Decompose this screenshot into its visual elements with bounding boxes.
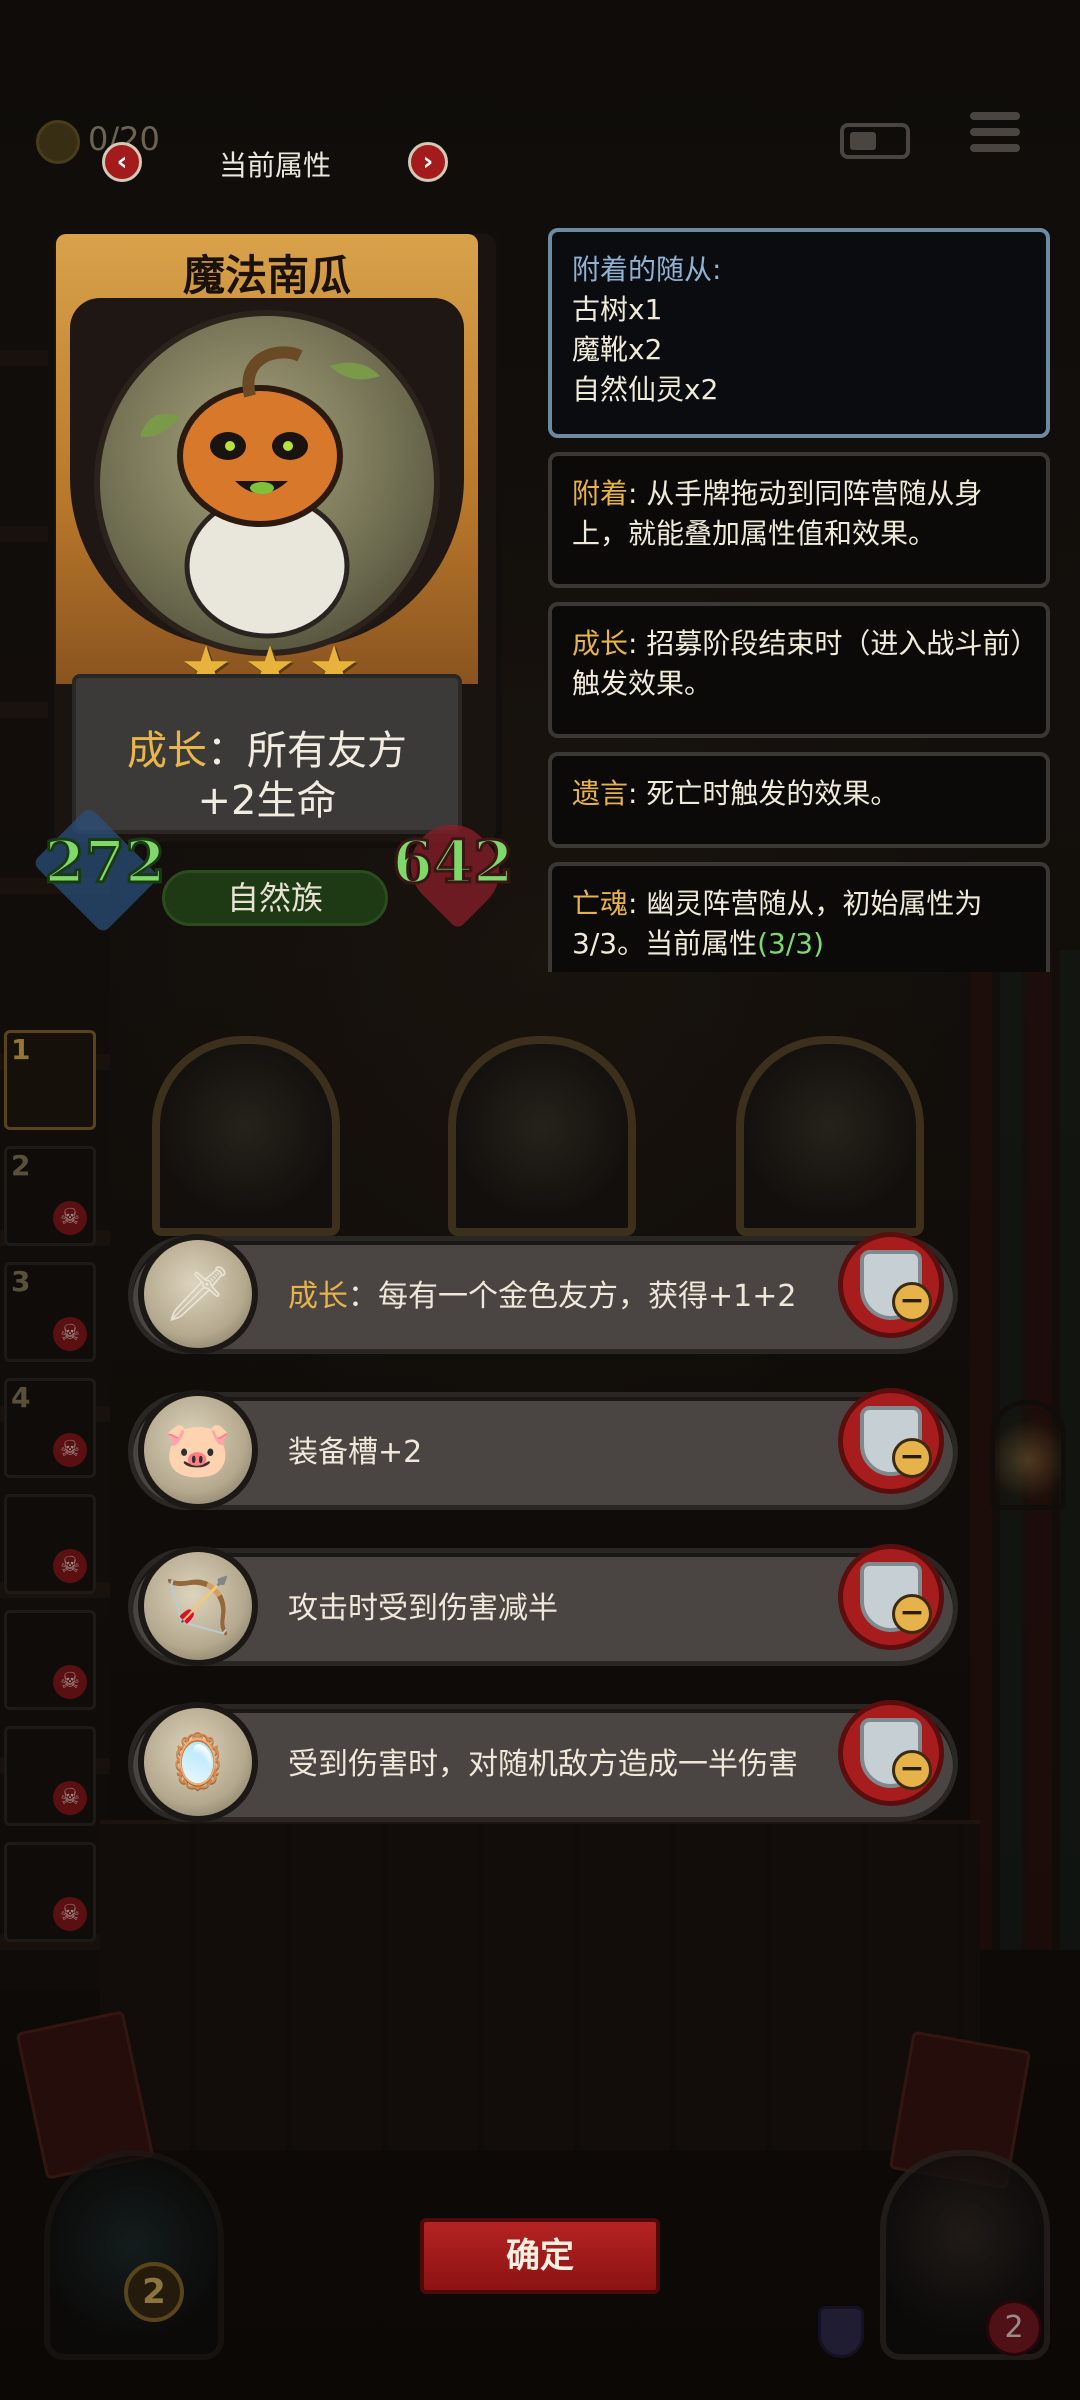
shield-icon: − bbox=[860, 1562, 932, 1634]
keyword-legacy-panel: 遗言: 死亡时触发的效果。 bbox=[548, 752, 1050, 848]
keyword-soul-panel: 亡魂: 幽灵阵营随从，初始属性为3/3。当前属性(3/3) bbox=[548, 862, 1050, 972]
shield-icon: − bbox=[860, 1406, 932, 1478]
keyword-attach-panel: 附着: 从手牌拖动到同阵营随从身上，就能叠加属性值和效果。 bbox=[548, 452, 1050, 588]
effect-row: 🗡 成长：每有一个金色友方，获得+1+2 − bbox=[128, 1222, 958, 1362]
mirror-icon: 🪞 bbox=[138, 1702, 258, 1822]
keyword-description: : 死亡时触发的效果。 bbox=[628, 777, 899, 810]
keyword-label: 附着 bbox=[572, 477, 629, 510]
effect-description: 装备槽+2 bbox=[288, 1398, 808, 1508]
card-name: 魔法南瓜 bbox=[182, 251, 351, 300]
attached-minions-title: 附着的随从: bbox=[572, 253, 722, 286]
dagger-icon: 🗡 bbox=[138, 1234, 258, 1354]
current-stats: (3/3) bbox=[757, 927, 824, 960]
next-view-button[interactable]: › bbox=[408, 142, 448, 182]
effect-description: 受到伤害时，对随机敌方造成一半伤害 bbox=[288, 1710, 808, 1820]
minus-icon: − bbox=[892, 1282, 932, 1322]
effect-text: ：每有一个金色友方，获得+1+2 bbox=[348, 1279, 797, 1314]
remove-effect-button[interactable]: − bbox=[838, 1388, 944, 1494]
minus-icon: − bbox=[892, 1438, 932, 1478]
attached-minions-panel: 附着的随从: 古树x1 魔靴x2 自然仙灵x2 bbox=[548, 228, 1050, 438]
view-title: 当前属性 bbox=[218, 149, 331, 182]
effect-keyword: 成长 bbox=[288, 1279, 348, 1314]
keyword-description: : 从手牌拖动到同阵营随从身上，就能叠加属性值和效果。 bbox=[572, 477, 983, 550]
effect-row: 🏹 攻击时受到伤害减半 − bbox=[128, 1534, 958, 1674]
battery-icon bbox=[840, 123, 910, 159]
effect-text: 攻击时受到伤害减半 bbox=[288, 1591, 558, 1626]
remove-effect-button[interactable]: − bbox=[838, 1232, 944, 1338]
attached-minion-item: 魔靴x2 bbox=[572, 333, 663, 366]
attached-minion-item: 自然仙灵x2 bbox=[572, 373, 719, 406]
effect-row: 🐷 装备槽+2 − bbox=[128, 1378, 958, 1518]
minion-card: 魔法南瓜 ★ ★ ★ 成长：所有友方 +2生命 272 642 自然族 bbox=[32, 228, 516, 934]
tribe-label: 自然族 bbox=[162, 870, 388, 926]
health-value: 642 bbox=[391, 827, 515, 898]
effect-text: 装备槽+2 bbox=[288, 1435, 423, 1470]
minus-icon: − bbox=[892, 1750, 932, 1790]
confirm-button[interactable]: 确定 bbox=[420, 2218, 660, 2294]
shield-icon: − bbox=[860, 1250, 932, 1322]
card-description-line2: +2生命 bbox=[197, 778, 337, 824]
minus-icon: − bbox=[892, 1594, 932, 1634]
attached-minion-item: 古树x1 bbox=[572, 293, 663, 326]
pig-icon: 🐷 bbox=[138, 1390, 258, 1510]
keyword-label: 遗言 bbox=[572, 777, 629, 810]
effect-text: 受到伤害时，对随机敌方造成一半伤害 bbox=[288, 1747, 798, 1782]
keyword-description: : 招募阶段结束时（进入战斗前）触发效果。 bbox=[572, 627, 1025, 700]
pumpkin-ghost-art bbox=[94, 310, 440, 656]
remove-effect-button[interactable]: − bbox=[838, 1544, 944, 1650]
keyword-label: 亡魂 bbox=[572, 887, 629, 920]
effect-row: 🪞 受到伤害时，对随机敌方造成一半伤害 − bbox=[128, 1690, 958, 1830]
effect-description: 成长：每有一个金色友方，获得+1+2 bbox=[288, 1242, 808, 1352]
keyword-grow-panel: 成长: 招募阶段结束时（进入战斗前）触发效果。 bbox=[548, 602, 1050, 738]
keyword-label: 成长 bbox=[572, 627, 629, 660]
menu-icon[interactable] bbox=[970, 112, 1020, 158]
shield-icon: − bbox=[860, 1718, 932, 1790]
crossbow-icon: 🏹 bbox=[138, 1546, 258, 1666]
coin-icon bbox=[36, 120, 80, 164]
remove-effect-button[interactable]: − bbox=[838, 1700, 944, 1806]
attack-value: 272 bbox=[43, 827, 167, 898]
effect-description: 攻击时受到伤害减半 bbox=[288, 1554, 808, 1664]
prev-view-button[interactable]: ‹ bbox=[102, 142, 142, 182]
